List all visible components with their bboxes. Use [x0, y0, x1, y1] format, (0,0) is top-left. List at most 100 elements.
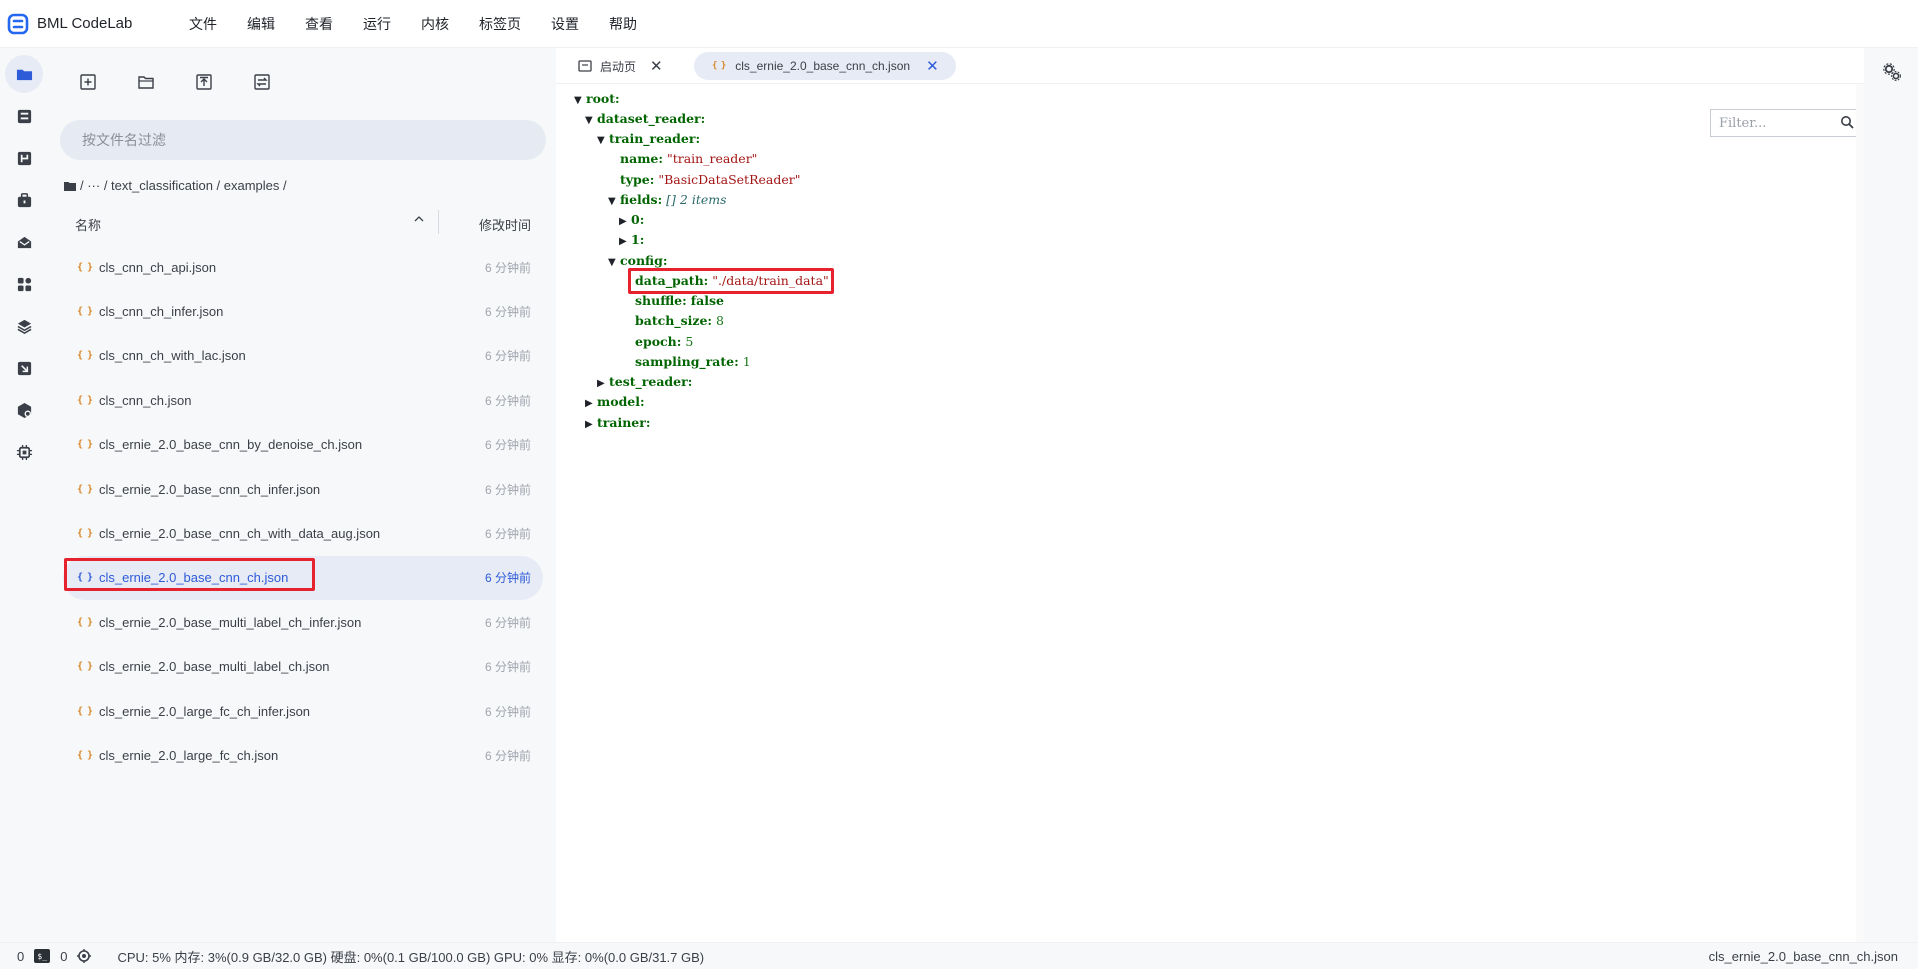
layers-icon: [17, 319, 31, 334]
app-logo: BML CodeLab: [0, 13, 189, 35]
json-file-icon: { }: [77, 261, 93, 273]
menu-view[interactable]: 查看: [305, 14, 333, 34]
menu-kernel[interactable]: 内核: [421, 14, 449, 34]
json-file-icon: { }: [712, 61, 726, 71]
json-node[interactable]: shuffle: false: [635, 293, 724, 308]
tab-json-file[interactable]: { } cls_ernie_2.0_base_cnn_ch.json ✕: [694, 52, 956, 80]
json-node[interactable]: name: "train_reader": [620, 151, 757, 166]
menu-edit[interactable]: 编辑: [247, 14, 275, 34]
file-item[interactable]: { } cls_ernie_2.0_base_cnn_ch_with_data_a…: [63, 511, 543, 555]
inbox-icon: [17, 236, 31, 248]
json-node[interactable]: batch_size: 8: [635, 313, 724, 328]
refresh-button[interactable]: [252, 72, 272, 92]
activity-extensions[interactable]: [5, 265, 43, 303]
json-file-icon: { }: [77, 705, 93, 717]
file-item-selected[interactable]: { } cls_ernie_2.0_base_cnn_ch.json 6 分钟前: [63, 555, 543, 601]
apps-icon: [17, 277, 31, 291]
sort-ascending-icon[interactable]: [413, 213, 425, 225]
json-node[interactable]: epoch: 5: [635, 334, 693, 349]
refresh-icon: [254, 74, 270, 90]
codelab-logo-icon: [7, 13, 29, 34]
new-folder-icon: [138, 76, 154, 89]
upload-icon: [196, 74, 212, 90]
column-divider[interactable]: [438, 210, 439, 234]
json-node[interactable]: type: "BasicDataSetReader": [620, 172, 800, 187]
activity-download[interactable]: [5, 349, 43, 387]
activity-git[interactable]: [5, 139, 43, 177]
json-node[interactable]: ▼ fields: [] 2 items: [608, 192, 727, 207]
toolbox-icon: [17, 192, 31, 207]
new-folder-button[interactable]: [136, 72, 156, 92]
json-node[interactable]: ▼ config:: [608, 253, 667, 268]
close-icon[interactable]: ✕: [926, 57, 939, 75]
json-node[interactable]: ▼ dataset_reader:: [585, 111, 705, 126]
status-bar: 0 $_ 0 CPU: 5% 内存: 3%(0.9 GB/32.0 GB) 硬盘…: [0, 942, 1918, 969]
file-item[interactable]: { } cls_ernie_2.0_base_cnn_ch_infer.json 6…: [63, 467, 543, 511]
json-node[interactable]: ▶ trainer:: [585, 415, 650, 430]
file-item[interactable]: { } cls_cnn_ch_infer.json 6 分钟前: [63, 289, 543, 333]
file-item[interactable]: { } cls_cnn_ch_with_lac.json 6 分钟前: [63, 334, 543, 378]
json-file-icon: { }: [77, 528, 93, 540]
json-node-data-path[interactable]: data_path: "./data/train_data": [635, 273, 829, 288]
activity-bar: [0, 48, 48, 942]
json-node[interactable]: ▶ 1:: [619, 232, 644, 247]
breadcrumb-path[interactable]: / ··· / text_classification / examples /: [80, 178, 287, 193]
file-item[interactable]: { } cls_ernie_2.0_base_cnn_by_denoise_ch.…: [63, 423, 543, 467]
status-count-1[interactable]: 0: [17, 949, 24, 964]
column-modified-header[interactable]: 修改时间: [479, 215, 531, 234]
file-item[interactable]: { } cls_cnn_ch.json 6 分钟前: [63, 378, 543, 422]
menu-tabs[interactable]: 标签页: [479, 14, 521, 34]
activity-chip[interactable]: [5, 433, 43, 471]
json-file-icon: { }: [77, 483, 93, 495]
file-browser-panel: / ··· / text_classification / examples /…: [48, 48, 556, 942]
file-item[interactable]: { } cls_cnn_ch_api.json 6 分钟前: [63, 245, 543, 289]
json-file-icon: { }: [77, 439, 93, 451]
top-bar: BML CodeLab 文件 编辑 查看 运行 内核 标签页 设置 帮助: [0, 0, 1918, 48]
json-node[interactable]: sampling_rate: 1: [635, 354, 751, 369]
editor-area: 启动页 ✕ { } cls_ernie_2.0_base_cnn_ch.json…: [556, 48, 1864, 942]
app-title: BML CodeLab: [37, 15, 133, 32]
json-node[interactable]: ▼ train_reader:: [597, 131, 700, 146]
menu-run[interactable]: 运行: [363, 14, 391, 34]
file-list-header: 名称 修改时间: [63, 210, 543, 234]
activity-file-browser[interactable]: [5, 55, 43, 93]
search-icon[interactable]: [1840, 115, 1854, 129]
terminal-icon[interactable]: $_: [34, 949, 51, 963]
new-file-icon: [80, 74, 96, 90]
upload-button[interactable]: [194, 72, 214, 92]
new-file-button[interactable]: [78, 72, 98, 92]
json-file-icon: { }: [77, 616, 93, 628]
menu-file[interactable]: 文件: [189, 14, 217, 34]
file-item[interactable]: { } cls_ernie_2.0_large_fc_ch.json 6 分钟前: [63, 733, 543, 777]
json-file-icon: { }: [77, 661, 93, 673]
kernel-chip-icon[interactable]: [77, 949, 92, 963]
activity-toolbox[interactable]: [5, 181, 43, 219]
tab-label: cls_ernie_2.0_base_cnn_ch.json: [735, 59, 911, 73]
activity-layers[interactable]: [5, 307, 43, 345]
json-file-icon: { }: [77, 572, 93, 584]
file-item[interactable]: { } cls_ernie_2.0_base_multi_label_ch.jso…: [63, 645, 543, 689]
json-node[interactable]: ▶ test_reader:: [597, 374, 692, 389]
json-node[interactable]: ▼ root:: [574, 91, 620, 106]
activity-model[interactable]: [5, 391, 43, 429]
activity-running[interactable]: [5, 97, 43, 135]
property-inspector-gear-icon[interactable]: [1882, 62, 1902, 82]
close-icon[interactable]: ✕: [650, 57, 663, 75]
menu-bar: 文件 编辑 查看 运行 内核 标签页 设置 帮助: [189, 14, 667, 34]
activity-inbox[interactable]: [5, 223, 43, 261]
json-node[interactable]: ▶ 0:: [619, 212, 644, 227]
json-node[interactable]: ▶ model:: [585, 394, 645, 409]
column-name-header[interactable]: 名称: [75, 215, 101, 234]
file-filter-input[interactable]: [60, 120, 546, 160]
tab-launcher[interactable]: 启动页 ✕: [578, 52, 663, 80]
tab-label: 启动页: [600, 59, 637, 74]
folder-small-icon[interactable]: [64, 181, 76, 191]
menu-help[interactable]: 帮助: [609, 14, 637, 34]
json-filter-input[interactable]: [1710, 109, 1860, 137]
status-count-2[interactable]: 0: [60, 949, 67, 964]
folder-icon: [16, 69, 32, 80]
file-item[interactable]: { } cls_ernie_2.0_large_fc_ch_infer.json 6…: [63, 689, 543, 733]
file-item[interactable]: { } cls_ernie_2.0_base_multi_label_ch_inf…: [63, 600, 543, 644]
menu-settings[interactable]: 设置: [551, 14, 579, 34]
editor-scrollbar[interactable]: [1856, 84, 1864, 942]
